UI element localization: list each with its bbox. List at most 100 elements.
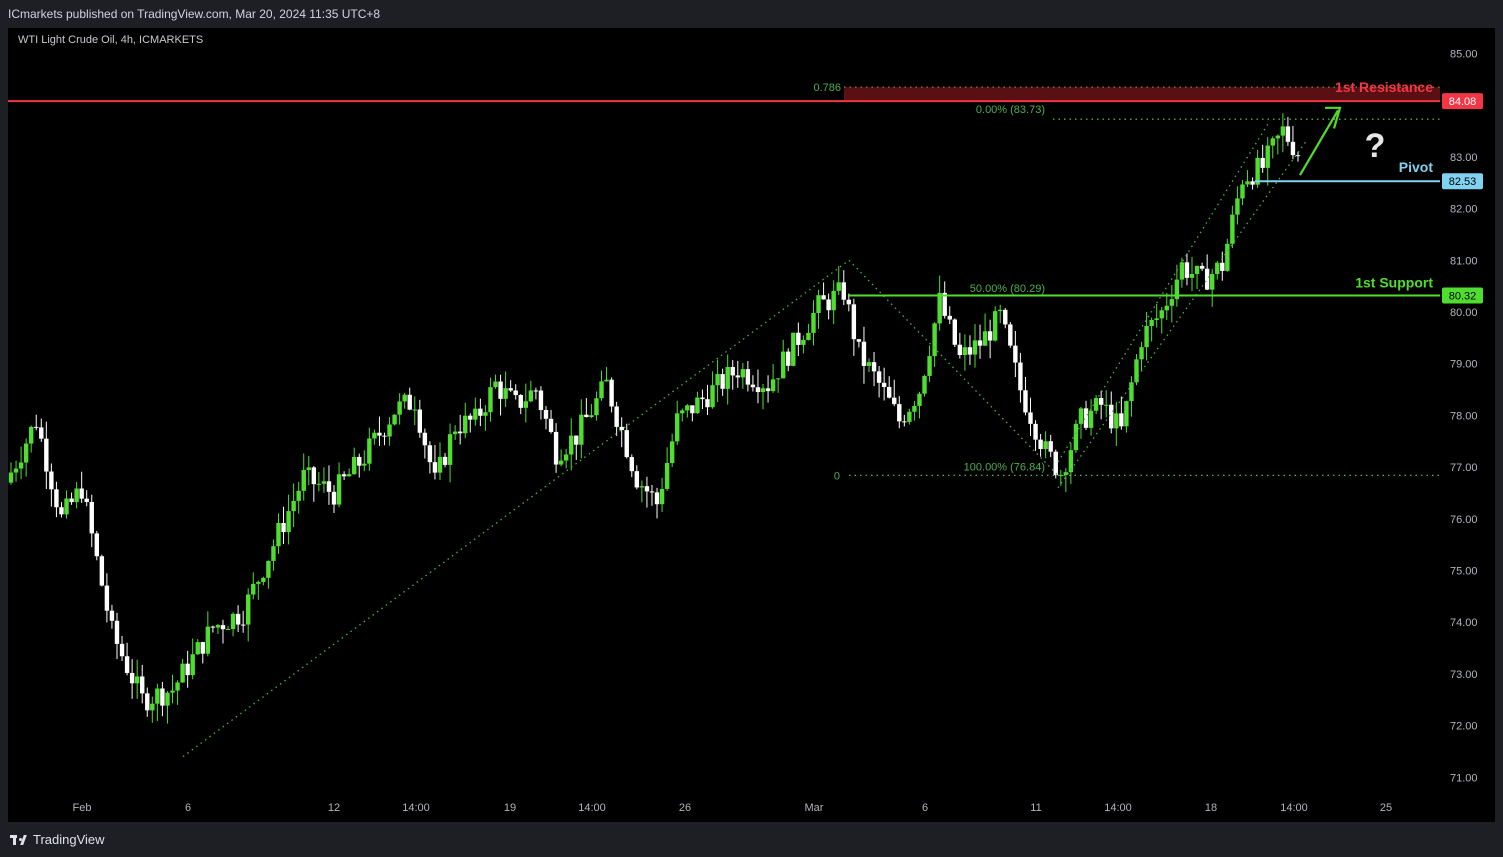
candle-bear: [357, 456, 362, 466]
candle-bull: [558, 460, 564, 465]
candle-bull: [215, 625, 221, 628]
candle-bear: [427, 445, 433, 463]
x-tick-label: 19: [504, 802, 516, 814]
candle-bull: [134, 676, 140, 684]
candle-bull: [992, 311, 998, 341]
candle-bull: [806, 332, 811, 340]
candle-bear: [119, 643, 125, 657]
candle-bull: [1159, 310, 1164, 319]
candle-bear: [104, 585, 110, 611]
candle-bear: [553, 431, 559, 465]
candle-bear: [624, 430, 629, 458]
candle-bear: [1260, 157, 1265, 168]
candle-bull: [180, 663, 185, 683]
candle-bear: [1033, 423, 1038, 440]
brand-label: TradingView: [33, 832, 105, 847]
candle-bull: [1144, 326, 1149, 348]
candle-bull: [483, 412, 488, 416]
candle-bull: [998, 309, 1003, 312]
candle-bear: [331, 491, 337, 505]
candle-bear: [140, 676, 145, 694]
candle-bear: [39, 427, 44, 439]
x-tick-label: 14:00: [1104, 802, 1132, 814]
chart-area[interactable]: 85.0084.0083.0082.0081.0080.0079.0078.00…: [8, 28, 1495, 822]
candle-bear: [498, 381, 503, 399]
candle-bear: [786, 351, 791, 366]
candle-bull: [599, 381, 604, 399]
price-chart[interactable]: 85.0084.0083.0082.0081.0080.0079.0078.00…: [8, 28, 1495, 822]
candle-bull: [402, 394, 407, 402]
candle-bear: [902, 421, 907, 423]
candle-bull: [685, 405, 690, 411]
x-tick-label: 14:00: [1280, 802, 1308, 814]
candle-bull: [488, 387, 493, 413]
candle-bear: [574, 435, 579, 445]
candle-bull: [1189, 274, 1195, 278]
candle-bull: [962, 347, 968, 356]
candle-bear: [1083, 408, 1089, 428]
y-tick-label: 80.00: [1450, 307, 1478, 319]
candle-bull: [155, 688, 160, 704]
candle-bull: [912, 405, 917, 412]
candle-bull: [1194, 265, 1200, 275]
candle-bear: [210, 626, 216, 628]
candle-bear: [584, 414, 589, 418]
candle-bull: [447, 434, 453, 465]
candle-bull: [18, 462, 24, 469]
question-mark-annotation: ?: [1365, 127, 1386, 165]
candle-bear: [518, 395, 523, 408]
candle-bull: [412, 409, 417, 411]
candle-bull: [760, 388, 766, 393]
candle-bull: [266, 560, 271, 578]
candle-bear: [886, 386, 892, 398]
x-tick-label: 6: [185, 802, 191, 814]
candle-bull: [922, 375, 927, 394]
candle-bull: [74, 488, 79, 503]
candle-bull: [927, 356, 932, 376]
candle-bear: [856, 339, 862, 342]
candle-bull: [659, 488, 665, 505]
candle-bull: [579, 414, 584, 445]
candle-bear: [796, 332, 801, 345]
candle-bear: [442, 456, 448, 465]
candle-bull: [8, 472, 14, 483]
candle-bear: [700, 397, 705, 400]
candle-bull: [1129, 382, 1134, 402]
candle-bear: [422, 432, 428, 446]
candle-bull: [1240, 184, 1245, 199]
candle-bear: [326, 481, 332, 492]
candle-bull: [367, 438, 372, 464]
candle-bull: [589, 415, 594, 418]
trend-line-lower-left: [182, 259, 850, 758]
candle-bear: [129, 672, 135, 684]
candle-bear: [89, 501, 94, 534]
y-tick-label: 75.00: [1450, 566, 1478, 578]
candle-bear: [99, 556, 105, 586]
candle-bear: [634, 471, 640, 488]
candle-bear: [382, 435, 387, 437]
candle-bull: [781, 351, 786, 379]
candle-bull: [604, 379, 609, 382]
price-tag-label: 82.53: [1449, 176, 1477, 188]
candle-bull: [1265, 145, 1270, 168]
x-tick-label: 11: [1030, 802, 1041, 814]
candle-bear: [861, 341, 867, 366]
candle-bear: [468, 415, 473, 420]
candle-bull: [493, 381, 498, 388]
tradingview-brand[interactable]: TradingView: [10, 832, 105, 847]
candle-bear: [755, 387, 761, 393]
candle-bear: [124, 656, 130, 673]
candle-bull: [710, 385, 715, 408]
candle-bull: [306, 467, 311, 471]
candle-bull: [715, 374, 720, 386]
candle-bear: [1003, 309, 1008, 325]
candle-bear: [1199, 265, 1205, 269]
candle-bull: [1149, 319, 1154, 327]
candle-bear: [84, 498, 89, 502]
candle-bull: [246, 594, 251, 625]
candle-bear: [881, 382, 887, 387]
candle-bull: [523, 401, 528, 408]
candle-bear: [1048, 441, 1053, 452]
candle-bear: [967, 347, 973, 355]
candle-bull: [1230, 214, 1235, 244]
